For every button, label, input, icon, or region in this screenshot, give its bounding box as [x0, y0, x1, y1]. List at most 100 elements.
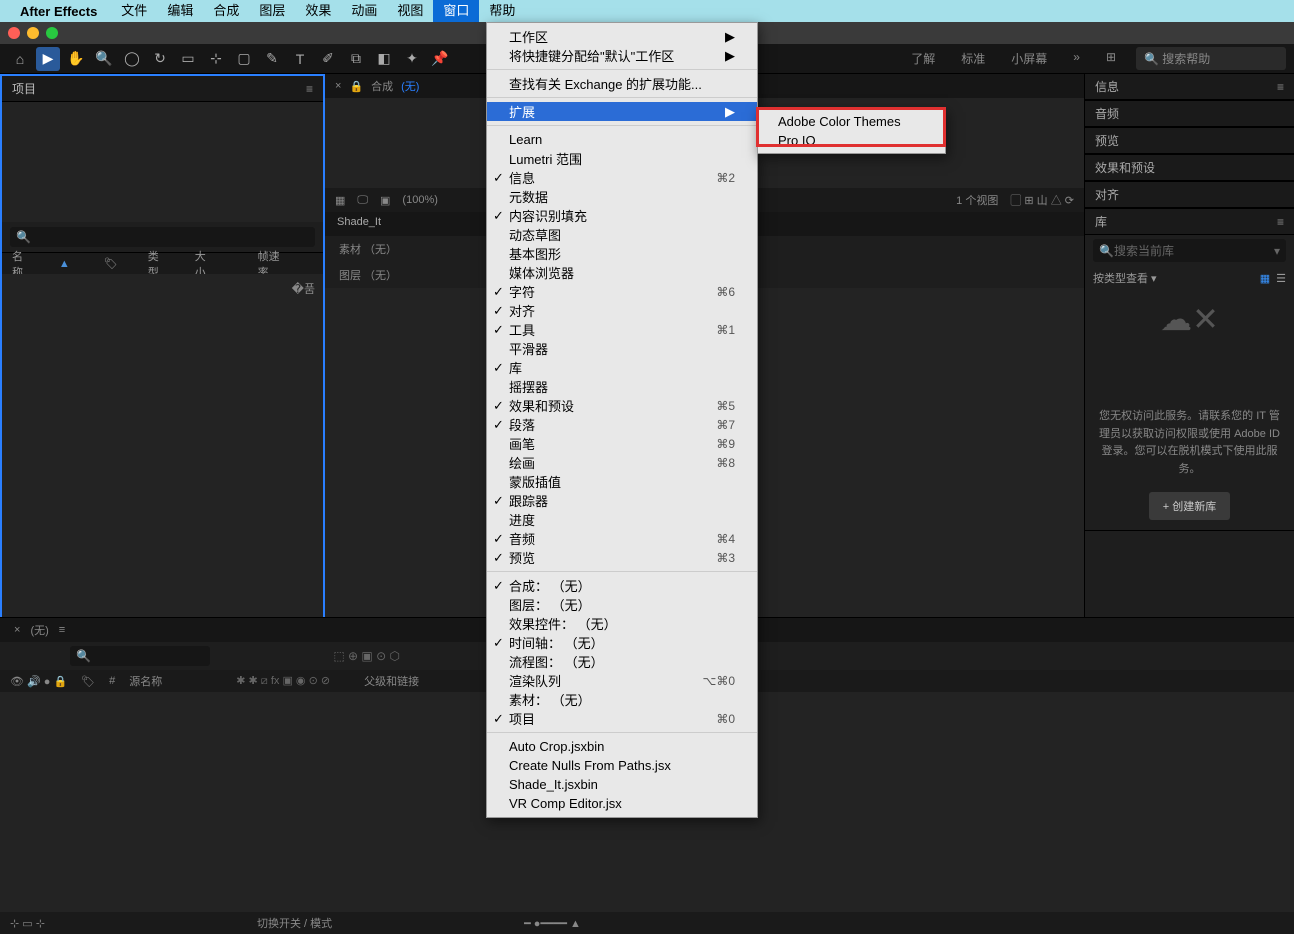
menu-item[interactable]: 媒体浏览器 — [487, 263, 757, 282]
menu-item[interactable]: ✓内容识别填充 — [487, 206, 757, 225]
selection-tool-icon[interactable]: ▶ — [36, 47, 60, 71]
alpha-icon[interactable]: ▣ — [380, 194, 390, 207]
panel-preview[interactable]: 预览 — [1095, 132, 1119, 149]
timeline-search[interactable]: 🔍 — [70, 646, 210, 666]
menu-item[interactable]: 平滑器 — [487, 339, 757, 358]
menu-item[interactable]: VR Comp Editor.jsx — [487, 794, 757, 813]
menu-item[interactable]: Shade_It.jsxbin — [487, 775, 757, 794]
menu-item[interactable]: ✓项目⌘0 — [487, 709, 757, 728]
menu-item[interactable]: ✓音频⌘4 — [487, 529, 757, 548]
tag-icon[interactable]: 🏷 — [104, 257, 118, 270]
text-tool-icon[interactable]: T — [288, 47, 312, 71]
menu-item[interactable]: ✓时间轴： （无） — [487, 633, 757, 652]
home-icon[interactable]: ⌂ — [8, 47, 32, 71]
menu-item[interactable]: Lumetri 范围 — [487, 149, 757, 168]
snapshot-icon[interactable]: × — [335, 80, 341, 92]
tag-col-icon[interactable]: 🏷 — [81, 675, 95, 688]
project-search[interactable]: 🔍 — [10, 227, 315, 247]
menu-item[interactable]: 流程图： （无） — [487, 652, 757, 671]
close-tab-icon[interactable]: × — [14, 624, 20, 636]
tab-menu-icon[interactable]: ≡ — [59, 624, 65, 636]
menu-item[interactable]: Learn — [487, 130, 757, 149]
menu-item[interactable]: 渲染队列⌥⌘0 — [487, 671, 757, 690]
orbit-tool-icon[interactable]: ◯ — [120, 47, 144, 71]
puppet-tool-icon[interactable]: 📌 — [428, 47, 452, 71]
timeline-icons[interactable]: ⬚ ⊕ ▣ ⊙ ⬡ — [333, 649, 400, 663]
workspace-reset-icon[interactable]: ⊞ — [1100, 46, 1122, 71]
submenu-pro-io[interactable]: Pro IO — [758, 131, 945, 150]
menu-item[interactable]: ✓工具⌘1 — [487, 320, 757, 339]
hand-tool-icon[interactable]: ✋ — [64, 47, 88, 71]
menu-item[interactable]: 图层： （无） — [487, 595, 757, 614]
panel-effects[interactable]: 效果和预设 — [1095, 159, 1155, 176]
menu-layer[interactable]: 图层 — [249, 0, 295, 22]
menu-item[interactable]: ✓效果和预设⌘5 — [487, 396, 757, 415]
menu-anim[interactable]: 动画 — [341, 0, 387, 22]
menu-item[interactable]: Auto Crop.jsxbin — [487, 737, 757, 756]
panel-menu-icon[interactable]: ≡ — [1277, 215, 1284, 229]
menu-item[interactable]: 画笔⌘9 — [487, 434, 757, 453]
pen-tool-icon[interactable]: ✎ — [260, 47, 284, 71]
zoom-tool-icon[interactable]: 🔍 — [92, 47, 116, 71]
menu-item[interactable]: Create Nulls From Paths.jsx — [487, 756, 757, 775]
rect-tool-icon[interactable]: ▢ — [232, 47, 256, 71]
menu-item[interactable]: 将快捷键分配给"默认"工作区▶ — [487, 46, 757, 65]
help-search[interactable]: 🔍 搜索帮助 — [1136, 47, 1286, 70]
menu-edit[interactable]: 编辑 — [157, 0, 203, 22]
rotate-tool-icon[interactable]: ↻ — [148, 47, 172, 71]
submenu-adobe-color[interactable]: Adobe Color Themes — [758, 112, 945, 131]
comp-label[interactable]: 合成 — [371, 78, 393, 94]
workspace-small[interactable]: 小屏幕 — [1005, 46, 1053, 71]
anchor-tool-icon[interactable]: ⊹ — [204, 47, 228, 71]
menu-item[interactable]: 效果控件： （无） — [487, 614, 757, 633]
library-search[interactable]: 🔍 搜索当前库▾ — [1093, 239, 1286, 262]
zoom-value[interactable]: (100%) — [402, 194, 437, 206]
grid-view-icon[interactable]: ▦ — [1260, 272, 1270, 285]
eraser-tool-icon[interactable]: ◧ — [372, 47, 396, 71]
menu-item[interactable]: ✓字符⌘6 — [487, 282, 757, 301]
roto-tool-icon[interactable]: ✦ — [400, 47, 424, 71]
menu-item[interactable]: ✓库 — [487, 358, 757, 377]
brush-tool-icon[interactable]: ✐ — [316, 47, 340, 71]
menu-item[interactable]: ✓对齐 — [487, 301, 757, 320]
zoom-icon[interactable] — [46, 27, 58, 39]
menu-item[interactable]: 动态草图 — [487, 225, 757, 244]
view-count[interactable]: 1 个视图 — [956, 192, 998, 208]
panel-info[interactable]: 信息 — [1095, 78, 1119, 95]
tl-foot-icons[interactable]: ⊹ ▭ ⊹ — [10, 917, 45, 930]
library-sort[interactable]: 按类型查看 — [1093, 270, 1148, 286]
menu-item[interactable]: ✓预览⌘3 — [487, 548, 757, 567]
menu-item[interactable]: 进度 — [487, 510, 757, 529]
menu-item[interactable]: 绘画⌘8 — [487, 453, 757, 472]
panel-align[interactable]: 对齐 — [1095, 186, 1119, 203]
switch-icons[interactable]: ✱ ✱ ⧄ fx ▣ ◉ ⊙ ⊘ — [236, 674, 330, 688]
menu-item[interactable]: 工作区▶ — [487, 27, 757, 46]
menu-item[interactable]: ✓段落⌘7 — [487, 415, 757, 434]
menu-item[interactable]: 蒙版插值 — [487, 472, 757, 491]
eye-icon[interactable]: 👁 🔊 ● 🔒 — [10, 675, 67, 688]
menu-help[interactable]: 帮助 — [479, 0, 525, 22]
grid-icon[interactable]: ▦ — [335, 194, 345, 207]
timeline-tab[interactable]: (无) — [30, 622, 48, 638]
toggle-switches[interactable]: 切换开关 / 模式 — [257, 915, 332, 931]
menu-view[interactable]: 视图 — [387, 0, 433, 22]
menu-item[interactable]: 元数据 — [487, 187, 757, 206]
minimize-icon[interactable] — [27, 27, 39, 39]
menu-item[interactable]: ✓跟踪器 — [487, 491, 757, 510]
menu-file[interactable]: 文件 — [111, 0, 157, 22]
lock-icon[interactable]: 🔒 — [349, 80, 363, 93]
zoom-slider[interactable]: ━ ●━━━━ ▲ — [524, 917, 581, 930]
menu-effect[interactable]: 效果 — [295, 0, 341, 22]
workspace-standard[interactable]: 标准 — [955, 46, 991, 71]
clone-tool-icon[interactable]: ⧉ — [344, 47, 368, 71]
menu-item[interactable]: ✓信息⌘2 — [487, 168, 757, 187]
create-library-button[interactable]: + 创建新库 — [1149, 492, 1230, 520]
flow-icon[interactable]: �품 — [292, 280, 315, 297]
list-view-icon[interactable]: ☰ — [1276, 272, 1286, 285]
res-icon[interactable]: 🖵 — [357, 194, 368, 207]
view-icons[interactable]: ▢ ⊞ 山 △ ⟳ — [1010, 192, 1074, 208]
workspace-more-icon[interactable]: » — [1067, 46, 1086, 71]
menu-item[interactable]: 素材： （无） — [487, 690, 757, 709]
menu-item[interactable]: 扩展▶ — [487, 102, 757, 121]
panel-menu-icon[interactable]: ≡ — [1277, 80, 1284, 94]
